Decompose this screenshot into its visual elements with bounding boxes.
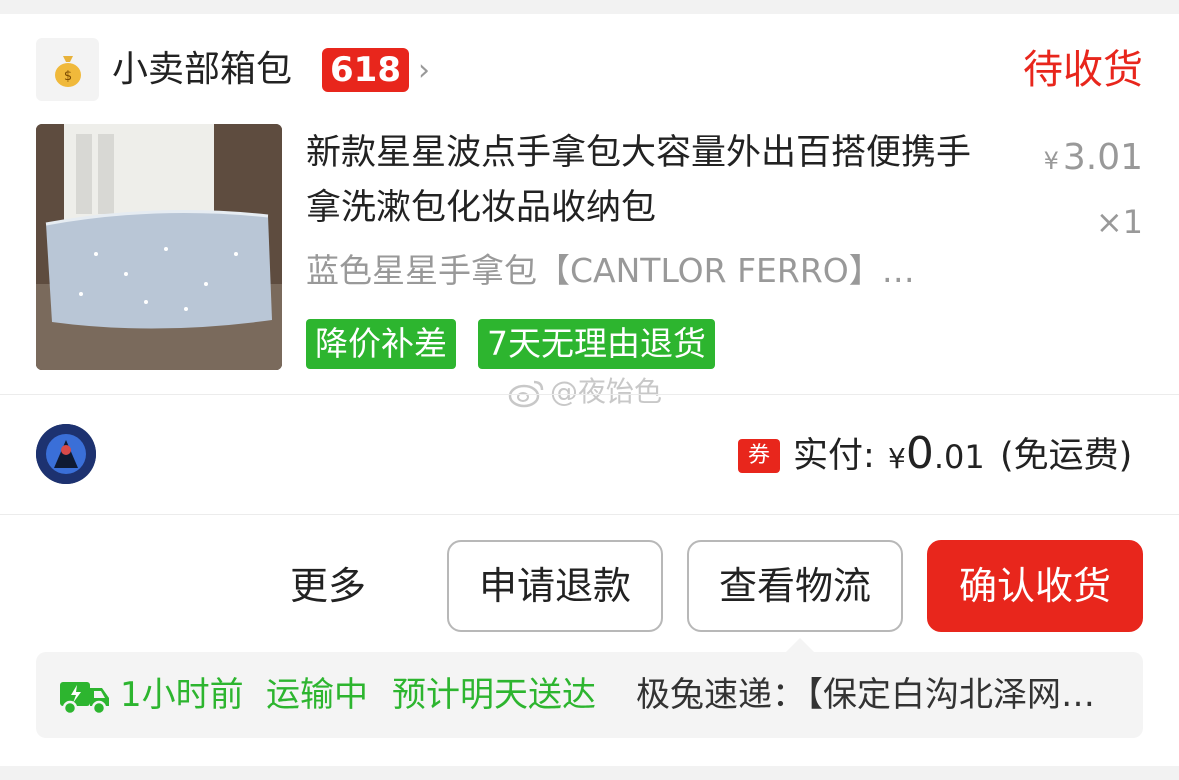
logistics-eta: 预计明天送达 xyxy=(392,675,596,715)
tag-7day-return: 7天无理由退货 xyxy=(478,319,715,369)
paid-label: 实付: xyxy=(793,436,875,476)
paid-currency: ¥ xyxy=(888,442,906,475)
divider xyxy=(0,394,1179,395)
chevron-right-icon[interactable]: › xyxy=(418,54,430,88)
promo-badge: 618 xyxy=(322,48,409,92)
price-currency: ¥ xyxy=(1043,147,1059,175)
tag-price-protection: 降价补差 xyxy=(306,319,456,369)
coupon-icon: 券 xyxy=(738,439,780,473)
shipping-note: (免运费) xyxy=(1000,436,1133,476)
logistics-bar[interactable]: 1小时前 运输中 预计明天送达 极兔速递：【保定白沟北泽网… xyxy=(36,652,1143,738)
divider xyxy=(0,514,1179,515)
logistics-detail: 极兔速递：【保定白沟北泽网… xyxy=(636,675,1095,715)
paid-amount-integer: 0 xyxy=(905,428,934,479)
order-card: $ 小卖部箱包 618 › 待收货 新款星星波点手拿包大容量外出百搭便携手拿洗漱… xyxy=(0,14,1179,766)
svg-text:$: $ xyxy=(63,69,71,84)
watermark: @夜饴色 xyxy=(506,374,662,410)
paid-amount: ¥0.01 xyxy=(888,426,985,491)
product-title[interactable]: 新款星星波点手拿包大容量外出百搭便携手拿洗漱包化妆品收纳包 xyxy=(306,126,996,236)
delivery-truck-icon xyxy=(60,682,109,716)
shop-name[interactable]: 小卖部箱包 xyxy=(112,46,292,94)
shop-logo[interactable]: $ xyxy=(36,38,99,101)
apply-refund-button[interactable]: 申请退款 xyxy=(447,540,663,632)
product-price: ¥3.01 xyxy=(1044,134,1143,185)
money-bag-icon: $ xyxy=(54,55,81,87)
order-status: 待收货 xyxy=(1023,47,1143,93)
avatar[interactable] xyxy=(36,424,96,484)
more-button[interactable]: 更多 xyxy=(290,562,366,610)
logistics-time: 1小时前 xyxy=(120,675,244,715)
paid-amount-decimal: .01 xyxy=(933,438,985,476)
product-image[interactable] xyxy=(36,124,282,370)
watermark-text: @夜饴色 xyxy=(550,375,663,408)
logistics-status: 运输中 xyxy=(266,675,368,715)
weibo-icon xyxy=(508,380,544,408)
product-quantity: ×1 xyxy=(1095,203,1143,241)
confirm-receipt-button[interactable]: 确认收货 xyxy=(927,540,1143,632)
view-logistics-button[interactable]: 查看物流 xyxy=(687,540,903,632)
price-value: 3.01 xyxy=(1062,137,1143,178)
product-sku: 蓝色星星手拿包【CANTLOR FERRO】… xyxy=(306,251,915,290)
logistics-caret xyxy=(786,638,814,652)
